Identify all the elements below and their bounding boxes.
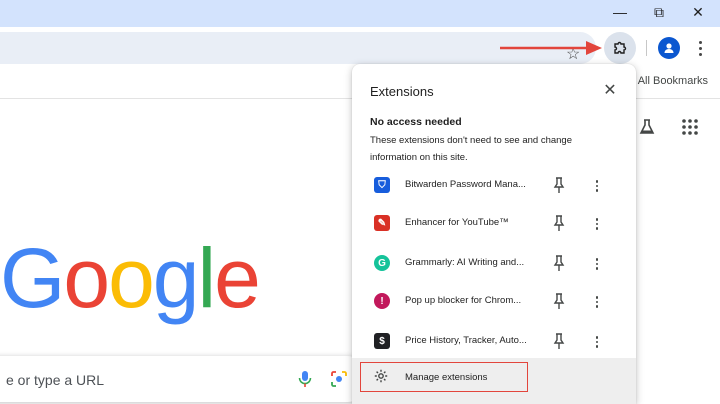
manage-extensions-button[interactable]: Manage extensions bbox=[352, 358, 636, 404]
person-icon bbox=[664, 43, 674, 53]
extension-name: Enhancer for YouTube™ bbox=[405, 217, 509, 228]
pin-icon[interactable] bbox=[552, 292, 566, 310]
section-heading: No access needed bbox=[370, 116, 462, 128]
pin-icon[interactable] bbox=[552, 176, 566, 194]
kebab-icon bbox=[595, 180, 599, 183]
extensions-menu-title: Extensions bbox=[370, 84, 434, 99]
puzzle-icon bbox=[614, 41, 627, 54]
apps-grid-icon[interactable] bbox=[681, 118, 699, 136]
close-window-button[interactable]: ✕ bbox=[680, 0, 716, 24]
extension-item-grammarly[interactable]: G Grammarly: AI Writing and... bbox=[352, 244, 636, 282]
google-logo: Google bbox=[0, 236, 261, 320]
kebab-icon bbox=[595, 336, 599, 339]
more-actions-button[interactable] bbox=[592, 334, 602, 350]
extension-item-bitwarden[interactable]: ⛉ Bitwarden Password Mana... bbox=[352, 166, 636, 204]
more-actions-button[interactable] bbox=[592, 294, 602, 310]
labs-flask-icon[interactable] bbox=[638, 118, 656, 136]
profile-button[interactable] bbox=[658, 37, 680, 59]
popup-blocker-icon: ! bbox=[374, 293, 390, 309]
lens-icon[interactable] bbox=[330, 370, 348, 388]
restore-button[interactable]: ⧉ bbox=[641, 0, 677, 24]
all-bookmarks-button[interactable]: All Bookmarks bbox=[638, 75, 708, 87]
extension-item-popup-blocker[interactable]: ! Pop up blocker for Chrom... bbox=[352, 282, 636, 320]
close-extensions-menu-button[interactable]: ✕ bbox=[600, 80, 620, 100]
google-logo-letter: g bbox=[152, 231, 200, 325]
title-bar: — ⧉ ✕ bbox=[0, 0, 720, 27]
more-actions-button[interactable] bbox=[592, 256, 602, 272]
google-logo-letter: l bbox=[197, 231, 217, 325]
enhancer-youtube-icon: ✎ bbox=[374, 215, 390, 231]
more-actions-button[interactable] bbox=[592, 178, 602, 194]
google-logo-letter: o bbox=[63, 231, 110, 325]
extension-item-price-history[interactable]: $ Price History, Tracker, Auto... bbox=[352, 322, 636, 360]
extensions-button[interactable] bbox=[604, 32, 636, 64]
extension-name: Bitwarden Password Mana... bbox=[405, 179, 526, 190]
extension-name: Price History, Tracker, Auto... bbox=[405, 335, 527, 346]
pin-icon[interactable] bbox=[552, 214, 566, 232]
pin-icon[interactable] bbox=[552, 254, 566, 272]
kebab-icon bbox=[595, 296, 599, 299]
extension-name: Pop up blocker for Chrom... bbox=[405, 295, 522, 306]
toolbar-divider bbox=[646, 40, 647, 56]
extensions-menu: Extensions ✕ No access needed These exte… bbox=[352, 64, 636, 404]
search-input-placeholder[interactable]: e or type a URL bbox=[6, 372, 104, 388]
minimize-button[interactable]: — bbox=[602, 0, 638, 24]
grammarly-icon: G bbox=[374, 255, 390, 271]
annotation-arrow bbox=[500, 41, 602, 55]
minimize-icon: — bbox=[613, 4, 627, 20]
close-icon: ✕ bbox=[692, 3, 704, 20]
section-description: These extensions don't need to see and c… bbox=[370, 135, 572, 163]
gear-icon bbox=[374, 369, 388, 383]
extension-name: Grammarly: AI Writing and... bbox=[405, 257, 525, 268]
kebab-icon bbox=[595, 258, 599, 261]
google-logo-letter: e bbox=[214, 231, 261, 325]
kebab-icon bbox=[595, 218, 599, 221]
extension-item-enhancer-youtube[interactable]: ✎ Enhancer for YouTube™ bbox=[352, 204, 636, 242]
mic-icon[interactable] bbox=[298, 370, 312, 388]
chrome-menu-button[interactable] bbox=[692, 36, 708, 60]
manage-extensions-label: Manage extensions bbox=[405, 372, 488, 383]
restore-icon: ⧉ bbox=[654, 3, 664, 20]
pin-icon[interactable] bbox=[552, 332, 566, 350]
close-icon: ✕ bbox=[603, 82, 617, 99]
price-history-icon: $ bbox=[374, 333, 390, 349]
google-logo-letter: o bbox=[108, 231, 155, 325]
more-actions-button[interactable] bbox=[592, 216, 602, 232]
google-logo-letter: G bbox=[0, 231, 65, 325]
bitwarden-shield-icon: ⛉ bbox=[374, 177, 390, 193]
kebab-icon bbox=[698, 40, 702, 44]
